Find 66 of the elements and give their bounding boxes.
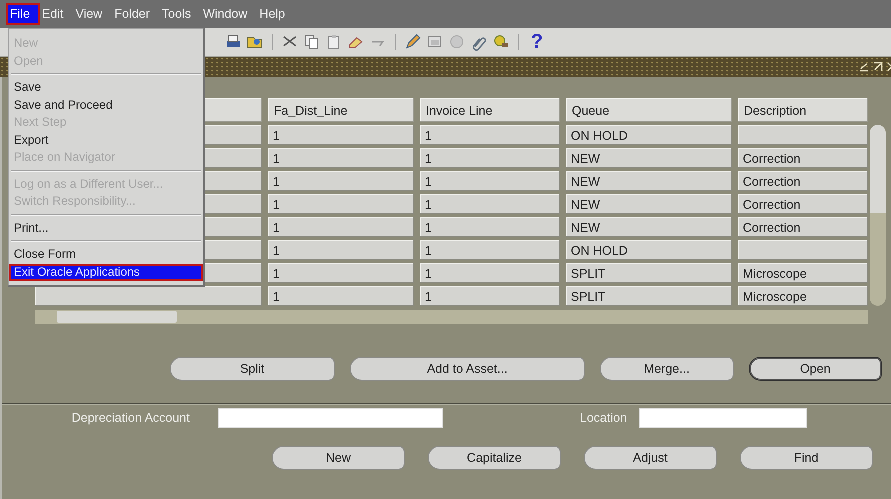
action-button[interactable]: Capitalize — [428, 446, 561, 470]
column-header: Invoice Line — [420, 98, 560, 122]
menu-item[interactable]: Close Form — [9, 246, 203, 264]
table-cell: 1 — [268, 171, 414, 191]
menu-item[interactable]: Print... — [9, 220, 203, 237]
table-cell: Correction — [738, 171, 868, 191]
table-cell: 1 — [420, 125, 560, 145]
copy-icon[interactable] — [303, 33, 321, 51]
table-cell: 1 — [420, 148, 560, 168]
table-cell: Correction — [738, 148, 868, 168]
menu-title[interactable]: View — [72, 3, 113, 25]
menu-title[interactable]: Tools — [158, 3, 202, 25]
menu-title[interactable]: File — [6, 3, 40, 25]
table-cell: ON HOLD — [566, 125, 732, 145]
action-button[interactable]: New — [272, 446, 405, 470]
horizontal-scrollbar[interactable] — [35, 310, 868, 324]
table-cell: 1 — [268, 263, 414, 283]
menu-title[interactable]: Folder — [110, 3, 160, 25]
input-field[interactable] — [218, 408, 443, 428]
table-cell: Microscope — [738, 286, 868, 306]
field-label: Location — [580, 411, 628, 425]
table-cell: 1 — [268, 125, 414, 145]
table-cell: Microscope — [738, 263, 868, 283]
menu-title[interactable]: Window — [199, 3, 258, 25]
action-button[interactable]: Adjust — [584, 446, 717, 470]
action-button[interactable]: Find — [740, 446, 873, 470]
pencil-icon[interactable] — [404, 33, 422, 51]
table-cell: 1 — [420, 263, 560, 283]
table-cell: ON HOLD — [566, 240, 732, 260]
action-button[interactable]: Merge... — [600, 357, 734, 381]
menu-title[interactable]: Help — [256, 3, 296, 25]
action-button[interactable]: Add to Asset... — [350, 357, 585, 381]
column-header: Queue — [566, 98, 732, 122]
table-cell: 1 — [420, 171, 560, 191]
vertical-scrollbar[interactable] — [870, 125, 886, 306]
input-field[interactable] — [639, 408, 808, 428]
table-cell: SPLIT — [566, 286, 732, 306]
table-cell: 1 — [420, 286, 560, 306]
menu-item[interactable]: Save and Proceed — [9, 96, 203, 114]
column-header: Description — [738, 98, 868, 122]
table-cell: 1 — [420, 240, 560, 260]
menu-item[interactable]: Save — [9, 79, 203, 96]
table-cell: SPLIT — [566, 263, 732, 283]
table-cell: NEW — [566, 148, 732, 168]
maximize-icon[interactable] — [873, 62, 883, 72]
menu-title[interactable]: Edit — [38, 3, 74, 25]
column-header: Fa_Dist_Line — [268, 98, 414, 122]
table-cell: NEW — [566, 171, 732, 191]
table-cell: 1 — [268, 286, 414, 306]
table-cell: 1 — [268, 240, 414, 260]
minimize-icon[interactable] — [859, 62, 869, 72]
table-cell: Correction — [738, 194, 868, 214]
field-label: Depreciation Account — [72, 411, 190, 425]
action-button[interactable]: Open — [749, 357, 882, 381]
table-cell: 1 — [268, 217, 414, 237]
help-icon[interactable]: ? — [531, 30, 544, 54]
table-cell: NEW — [566, 217, 732, 237]
table-cell: 1 — [420, 217, 560, 237]
table-cell: 1 — [268, 148, 414, 168]
table-cell: 1 — [420, 194, 560, 214]
menu-item[interactable]: Export — [9, 132, 203, 149]
menu-item[interactable]: Exit Oracle Applications — [9, 264, 203, 281]
table-cell: NEW — [566, 194, 732, 214]
table-cell: 1 — [268, 194, 414, 214]
table-cell: Correction — [738, 217, 868, 237]
action-button[interactable]: Split — [170, 357, 335, 381]
